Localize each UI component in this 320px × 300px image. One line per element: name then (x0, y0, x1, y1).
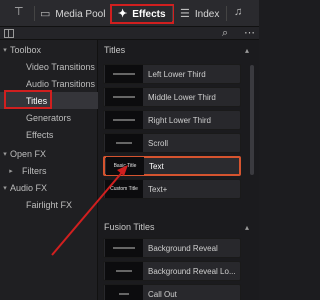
tree-item-generators[interactable]: Generators (0, 109, 98, 126)
tree-item-label: Effects (26, 129, 54, 140)
title-item-middle-lower-third[interactable]: Middle Lower Third (103, 87, 241, 107)
thumbnail-line (113, 73, 135, 75)
index-list-icon: ☰ (180, 7, 190, 20)
tab-media-pool[interactable]: ▭ Media Pool (40, 4, 105, 24)
thumbnail-line (113, 96, 135, 98)
thumbnail-line (113, 119, 135, 121)
title-item-name: Text+ (148, 184, 168, 194)
tree-item-label: Toolbox (10, 44, 42, 55)
sound-library-icon[interactable]: ♫ (234, 7, 242, 18)
title-item-name: Text (149, 161, 164, 171)
tab-divider (34, 6, 35, 21)
title-item-name: Call Out (148, 289, 177, 299)
tree-item-video-transitions[interactable]: Video Transitions (0, 58, 98, 75)
more-options-icon[interactable]: ⋯ (244, 26, 255, 39)
title-item-left-lower-third[interactable]: Left Lower Third (103, 64, 241, 84)
tree-item-label: Fairlight FX (26, 199, 73, 210)
tab-divider (172, 6, 173, 21)
toggle-panel-icon[interactable] (4, 29, 14, 38)
title-thumbnail (105, 88, 143, 106)
section-title: Fusion Titles (104, 222, 155, 232)
thumbnail-line (119, 293, 129, 295)
title-item-text[interactable]: Basic Title Text (103, 156, 241, 176)
effects-list-panel: Titles ▴ Left Lower Third Middle Lower T… (98, 40, 259, 300)
chevron-down-icon[interactable]: ▾ (0, 46, 10, 54)
title-item-right-lower-third[interactable]: Right Lower Third (103, 110, 241, 130)
section-title: Titles (104, 45, 126, 55)
thumbnail-label: Custom Title (110, 186, 138, 192)
title-thumbnail (105, 111, 143, 129)
title-item-name: Middle Lower Third (148, 92, 216, 102)
chevron-right-icon[interactable]: ▸ (6, 167, 16, 175)
title-thumbnail (105, 262, 143, 280)
thumbnail-line (113, 247, 135, 249)
tree-item-label: Filters (22, 165, 47, 176)
tree-item-label: Audio FX (10, 182, 48, 193)
tab-index[interactable]: ☰ Index (180, 4, 219, 24)
title-item-name: Left Lower Third (148, 69, 206, 79)
tab-effects[interactable]: ✦ Effects (110, 4, 174, 24)
titles-highlight-box (4, 90, 52, 109)
tab-label: Index (194, 8, 220, 20)
title-thumbnail (105, 65, 143, 83)
tree-item-open-fx[interactable]: ▾ Open FX (0, 145, 98, 162)
magic-wand-icon: ✦ (118, 7, 128, 20)
inspector-icon[interactable]: ⊤ (14, 7, 24, 18)
media-pool-icon: ▭ (40, 7, 51, 20)
title-item-name: Scroll (148, 138, 169, 148)
thumbnail-line (116, 270, 132, 272)
fusion-item-background-reveal-lower[interactable]: Background Reveal Lo... (103, 261, 241, 281)
section-header-titles[interactable]: Titles ▴ (98, 41, 259, 59)
fusion-item-background-reveal[interactable]: Background Reveal (103, 238, 241, 258)
tree-item-label: Generators (26, 112, 72, 123)
tree-item-label: Open FX (10, 148, 47, 159)
search-icon[interactable]: ⌕ (222, 27, 228, 40)
title-item-name: Background Reveal Lo... (148, 266, 236, 276)
title-thumbnail: Custom Title (105, 180, 143, 198)
title-thumbnail (105, 239, 143, 257)
title-item-name: Right Lower Third (148, 115, 211, 125)
thumbnail-line (116, 142, 132, 144)
thumbnail-label: Basic Title (113, 163, 137, 169)
tree-item-effects[interactable]: Effects (0, 126, 98, 143)
tree-item-label: Audio Transitions (26, 78, 96, 89)
tree-item-label: Video Transitions (26, 61, 95, 72)
title-item-name: Background Reveal (148, 243, 218, 253)
tab-label: Effects (132, 8, 166, 20)
chevron-down-icon[interactable]: ▾ (0, 150, 10, 158)
title-item-text-plus[interactable]: Custom Title Text+ (103, 179, 241, 199)
fusion-item-call-out[interactable]: Call Out (103, 284, 241, 300)
tree-item-filters[interactable]: ▸ Filters (0, 162, 98, 179)
tree-item-fairlight-fx[interactable]: Fairlight FX (0, 196, 98, 213)
tab-label: Media Pool (55, 8, 106, 20)
tree-item-toolbox[interactable]: ▾ Toolbox (0, 41, 98, 58)
title-thumbnail: Basic Title (106, 157, 144, 175)
section-header-fusion-titles[interactable]: Fusion Titles ▴ (98, 218, 259, 236)
effects-toolbar: ⌕ ⋯ (0, 27, 259, 40)
chevron-up-icon[interactable]: ▴ (245, 46, 249, 55)
top-tab-bar: ⊤ ▭ Media Pool ✦ Effects ☰ Index ♫ (0, 0, 259, 27)
chevron-up-icon[interactable]: ▴ (245, 223, 249, 232)
tree-item-audio-fx[interactable]: ▾ Audio FX (0, 179, 98, 196)
title-thumbnail (105, 285, 143, 300)
chevron-down-icon[interactable]: ▾ (0, 184, 10, 192)
effects-category-tree: ▾ Toolbox Video Transitions Audio Transi… (0, 40, 98, 300)
title-item-scroll[interactable]: Scroll (103, 133, 241, 153)
tab-divider (226, 6, 227, 21)
list-scrollbar[interactable] (250, 65, 254, 175)
title-thumbnail (105, 134, 143, 152)
